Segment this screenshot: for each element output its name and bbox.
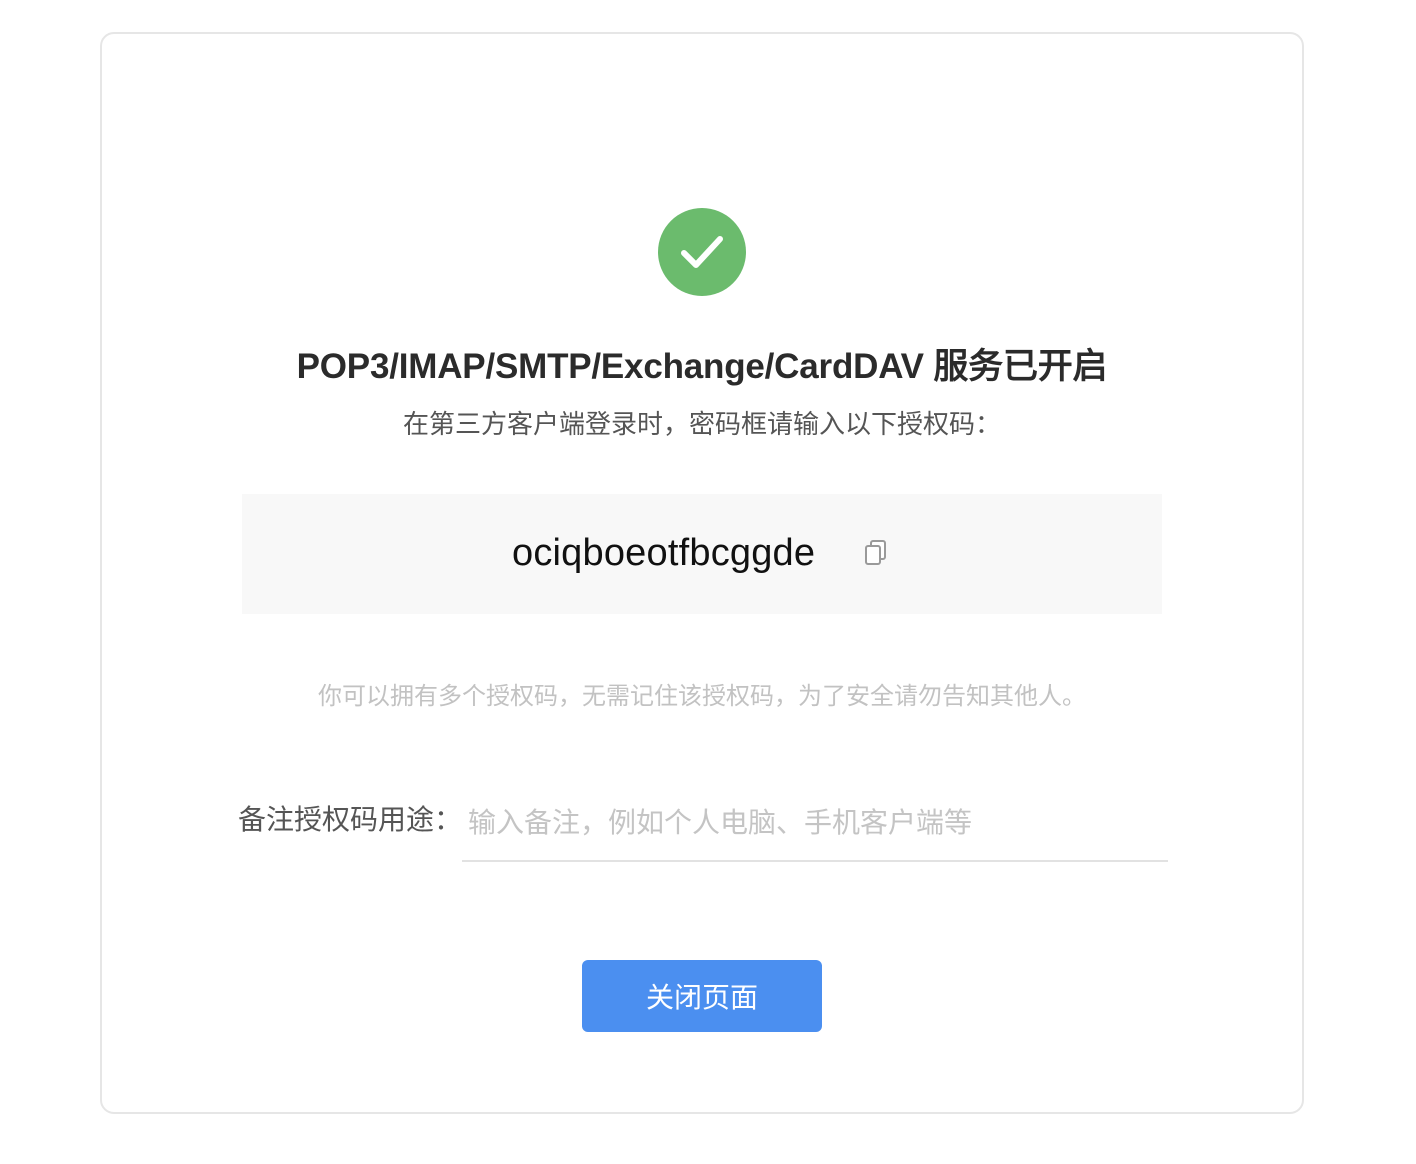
page-title: POP3/IMAP/SMTP/Exchange/CardDAV 服务已开启 <box>296 347 1108 386</box>
auth-code-value[interactable]: ociqboeotfbcggde <box>512 532 815 575</box>
checkmark-circle-icon <box>658 208 746 296</box>
note-field-label: 备注授权码用途： <box>238 804 463 835</box>
auth-code-card: POP3/IMAP/SMTP/Exchange/CardDAV 服务已开启 在第… <box>100 32 1304 1114</box>
security-hint: 你可以拥有多个授权码，无需记住该授权码，为了安全请勿告知其他人。 <box>318 683 1086 710</box>
note-input[interactable] <box>462 786 1168 862</box>
page-subtitle: 在第三方客户端登录时，密码框请输入以下授权码： <box>402 409 1001 439</box>
auth-code-box: ociqboeotfbcggde <box>242 494 1162 614</box>
checkmark-icon <box>681 236 723 268</box>
close-page-button[interactable]: 关闭页面 <box>582 960 822 1032</box>
copy-icon[interactable] <box>862 538 890 568</box>
